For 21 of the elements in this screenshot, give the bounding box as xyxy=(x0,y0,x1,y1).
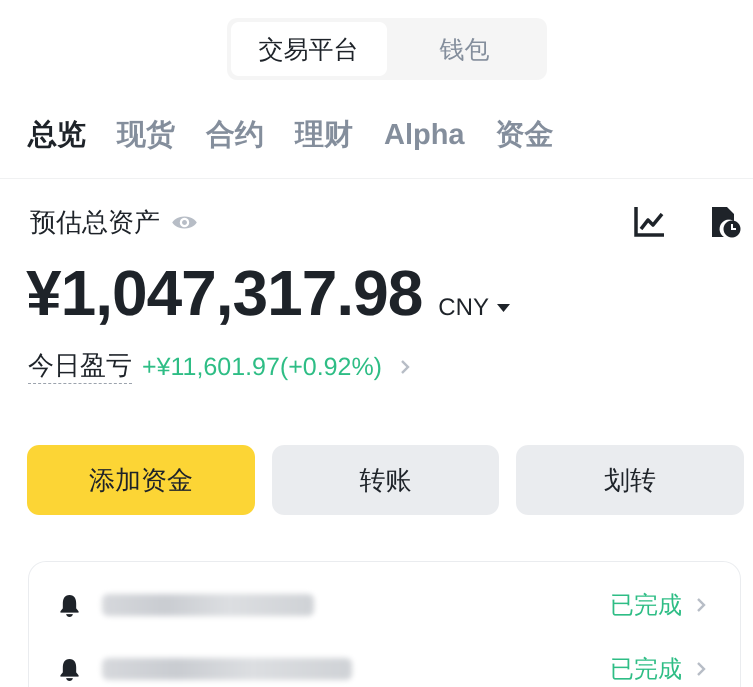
chevron-right-icon[interactable] xyxy=(696,597,706,613)
bell-icon xyxy=(59,594,80,616)
tab[interactable]: 总览 xyxy=(28,114,86,156)
total-balance: ¥1,047,317.98 xyxy=(26,257,422,329)
chevron-right-icon[interactable] xyxy=(400,358,410,374)
currency-selector[interactable]: CNY xyxy=(438,294,510,322)
status-text: 已完成 xyxy=(610,655,682,685)
eye-icon[interactable] xyxy=(171,214,198,230)
line-chart-icon[interactable] xyxy=(633,206,665,238)
caret-icon xyxy=(496,304,510,312)
status-text: 已完成 xyxy=(610,591,682,621)
bell-icon xyxy=(59,658,80,680)
chevron-right-icon[interactable] xyxy=(696,661,706,677)
action-button[interactable]: 划转 xyxy=(516,445,744,515)
pnl-value: +¥11,601.97(+0.92%) xyxy=(142,352,382,382)
balance-label: 预估总资产 xyxy=(30,206,160,239)
action-button[interactable]: 转账 xyxy=(272,445,500,515)
pnl-label: 今日盈亏 xyxy=(28,349,132,384)
segment-tab[interactable]: 交易平台 xyxy=(230,22,386,76)
action-button[interactable]: 添加资金 xyxy=(27,445,255,515)
document-clock-icon[interactable] xyxy=(711,206,741,238)
